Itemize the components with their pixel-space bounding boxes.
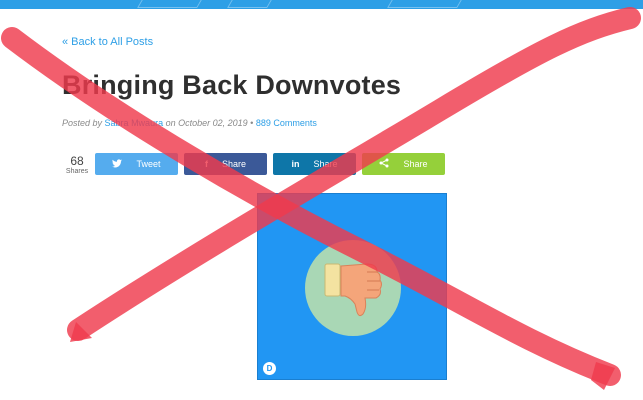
tweet-button[interactable]: Tweet	[95, 153, 178, 175]
generic-share-label: Share	[403, 159, 428, 169]
disqus-logo-icon: D	[263, 362, 276, 375]
meta-prefix: Posted by	[62, 118, 103, 128]
share-icon	[379, 158, 389, 170]
generic-share-button[interactable]: Share	[362, 153, 445, 175]
top-header-bar	[0, 0, 643, 9]
tweet-button-label: Tweet	[136, 159, 161, 169]
thumbs-down-icon	[305, 240, 401, 336]
facebook-share-label: Share	[221, 159, 247, 169]
share-count-label: Shares	[65, 168, 89, 175]
facebook-icon: f	[204, 159, 208, 169]
twitter-icon	[112, 158, 123, 170]
post-title: Bringing Back Downvotes	[62, 70, 402, 100]
back-to-all-posts-link[interactable]: « Back to All Posts	[62, 36, 153, 48]
share-count: 68 Shares	[64, 155, 90, 176]
comments-link[interactable]: 889 Comments	[256, 118, 317, 128]
featured-image: D	[257, 193, 447, 380]
author-link[interactable]: Sabra Mwaura	[105, 118, 164, 128]
header-pattern-shape	[137, 0, 203, 8]
linkedin-share-button[interactable]: in Share	[273, 153, 356, 175]
facebook-share-button[interactable]: f Share	[184, 153, 267, 175]
header-pattern-shape	[227, 0, 273, 8]
header-pattern-shape	[387, 0, 463, 8]
post-meta: Posted by Sabra Mwaura on October 02, 20…	[62, 118, 317, 128]
linkedin-share-label: Share	[313, 159, 338, 169]
share-count-number: 68	[70, 154, 84, 168]
meta-date: on October 02, 2019 •	[165, 118, 254, 128]
linkedin-icon: in	[291, 159, 300, 169]
